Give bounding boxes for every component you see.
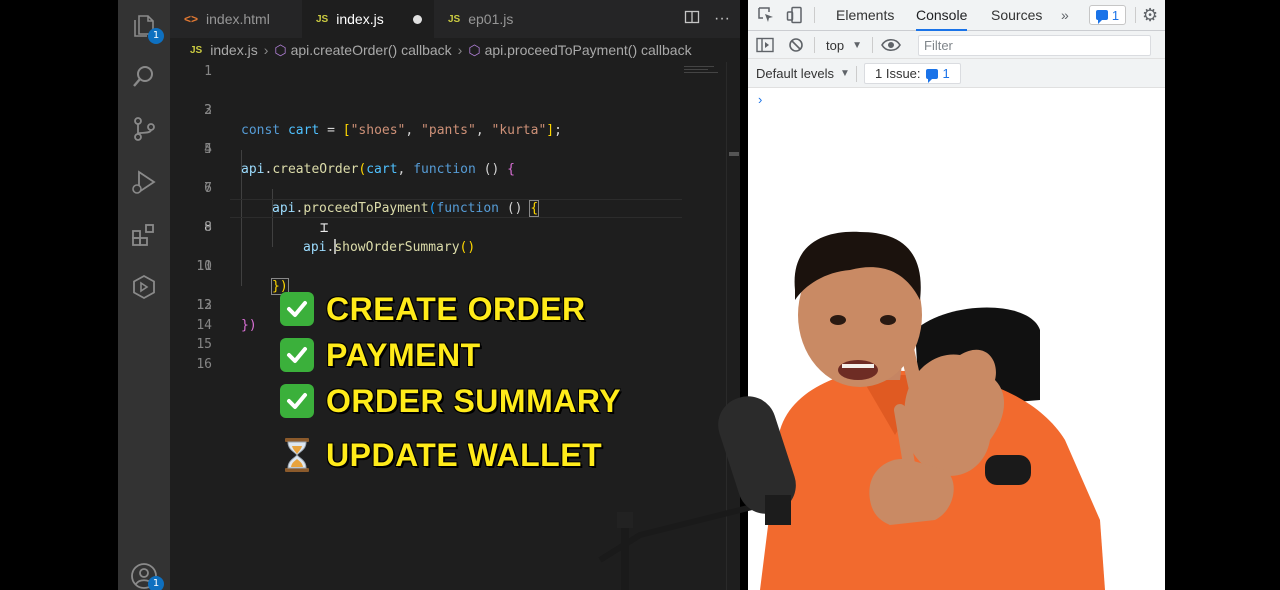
- tab-console[interactable]: Console: [916, 0, 968, 31]
- code-line-current: 8 api.showOrderSummary(): [170, 198, 726, 255]
- js-file-icon: JS: [448, 13, 461, 25]
- task-checklist: CREATE ORDER PAYMENT ORDER SUMMARY UPDAT…: [280, 286, 660, 478]
- checklist-item: CREATE ORDER: [280, 286, 660, 332]
- source-control-icon[interactable]: [130, 115, 158, 143]
- settings-gear-icon[interactable]: ⚙: [1142, 5, 1162, 25]
- device-toolbar-icon[interactable]: [786, 6, 804, 24]
- code-line: 5: [204, 142, 212, 157]
- method-icon: ⬡: [468, 41, 481, 58]
- console-settings-bar: Default levels ▼ 1 Issue: 1: [748, 59, 1165, 88]
- log-levels-dropdown[interactable]: Default levels ▼: [756, 59, 850, 87]
- console-toolbar: top ▼ Filter: [748, 31, 1165, 59]
- chevron-right-icon: ›: [457, 42, 463, 58]
- explorer-badge: 1: [148, 28, 164, 44]
- editor-scrollbar[interactable]: [726, 62, 740, 590]
- code-line: 9: [204, 220, 212, 235]
- html-file-icon: <>: [184, 12, 199, 26]
- code-line: 10 }): [196, 259, 289, 295]
- ibeam-cursor-icon: ⌶: [320, 220, 329, 236]
- search-icon[interactable]: [130, 63, 158, 91]
- console-filter-input[interactable]: Filter: [918, 35, 1151, 56]
- dropdown-arrow-icon: ▼: [852, 39, 862, 51]
- code-line: 1: [204, 64, 212, 79]
- chevron-right-icon: ›: [263, 42, 269, 58]
- dropdown-arrow-icon: ▼: [840, 67, 850, 79]
- editor-tab-bar: <> index.html JS index.js JS ep01.js ···: [170, 0, 740, 38]
- breadcrumb-item[interactable]: api.createOrder() callback: [291, 42, 452, 58]
- more-actions-icon[interactable]: ···: [714, 10, 730, 28]
- more-tabs-icon[interactable]: »: [1061, 0, 1069, 31]
- breadcrumb: JS index.js › ⬡ api.createOrder() callba…: [170, 38, 740, 62]
- tab-index-js[interactable]: JS index.js: [302, 0, 434, 38]
- devtools-tab-bar: Elements Console Sources » 1 ⚙: [748, 0, 1165, 31]
- tab-index-html[interactable]: <> index.html: [170, 0, 302, 38]
- account-badge: 1: [148, 576, 164, 590]
- explorer-icon[interactable]: 1: [130, 12, 164, 44]
- check-mark-icon: [280, 384, 314, 418]
- show-sidebar-icon[interactable]: [756, 37, 774, 53]
- remote-explorer-icon[interactable]: [130, 273, 158, 301]
- tab-sources[interactable]: Sources: [991, 0, 1042, 31]
- checklist-item: ORDER SUMMARY: [280, 378, 660, 424]
- console-prompt[interactable]: ›: [758, 92, 762, 107]
- code-line: 2 const cart = ["shoes", "pants", "kurta…: [204, 103, 562, 138]
- code-line: 6 api.proceedToPayment(function () {: [204, 181, 540, 217]
- context-selector[interactable]: top ▼: [826, 31, 862, 59]
- activity-bar: 1 1: [118, 0, 170, 590]
- account-icon[interactable]: 1: [130, 562, 164, 590]
- issues-button[interactable]: 1 Issue: 1: [864, 63, 961, 84]
- code-line: 4 api.createOrder(cart, function () {: [204, 142, 515, 177]
- inspect-element-icon[interactable]: [757, 6, 775, 24]
- tab-ep01-js[interactable]: JS ep01.js: [434, 0, 559, 38]
- code-line: 11: [196, 259, 212, 274]
- tab-label: index.html: [206, 11, 270, 27]
- message-icon: [1095, 10, 1108, 24]
- check-mark-icon: [280, 338, 314, 372]
- tab-label: index.js: [336, 11, 384, 27]
- extensions-icon[interactable]: [130, 221, 158, 249]
- check-mark-icon: [280, 292, 314, 326]
- run-debug-icon[interactable]: [130, 168, 158, 196]
- unsaved-dot-icon[interactable]: [413, 15, 422, 24]
- message-icon: [925, 68, 938, 83]
- issues-counter-button[interactable]: 1: [1089, 5, 1126, 25]
- editor-actions: ···: [684, 0, 730, 38]
- breadcrumb-file[interactable]: index.js: [210, 42, 257, 58]
- code-line: 7: [204, 181, 212, 196]
- devtools-panel: Elements Console Sources » 1 ⚙ top ▼ Fil…: [748, 0, 1165, 590]
- js-file-icon: JS: [190, 44, 203, 56]
- tab-elements[interactable]: Elements: [836, 0, 894, 31]
- hourglass-icon: [285, 438, 309, 472]
- tab-label: ep01.js: [468, 11, 514, 27]
- js-file-icon: JS: [316, 13, 329, 25]
- code-line: 3: [204, 103, 212, 118]
- scrollbar-thumb[interactable]: [729, 152, 739, 156]
- breadcrumb-item[interactable]: api.proceedToPayment() callback: [485, 42, 692, 58]
- method-icon: ⬡: [274, 41, 287, 58]
- live-expression-eye-icon[interactable]: [881, 38, 901, 52]
- split-editor-icon[interactable]: [684, 9, 700, 30]
- checklist-item: PAYMENT: [280, 332, 660, 378]
- checklist-item: UPDATE WALLET: [280, 432, 660, 478]
- clear-console-icon[interactable]: [788, 37, 804, 53]
